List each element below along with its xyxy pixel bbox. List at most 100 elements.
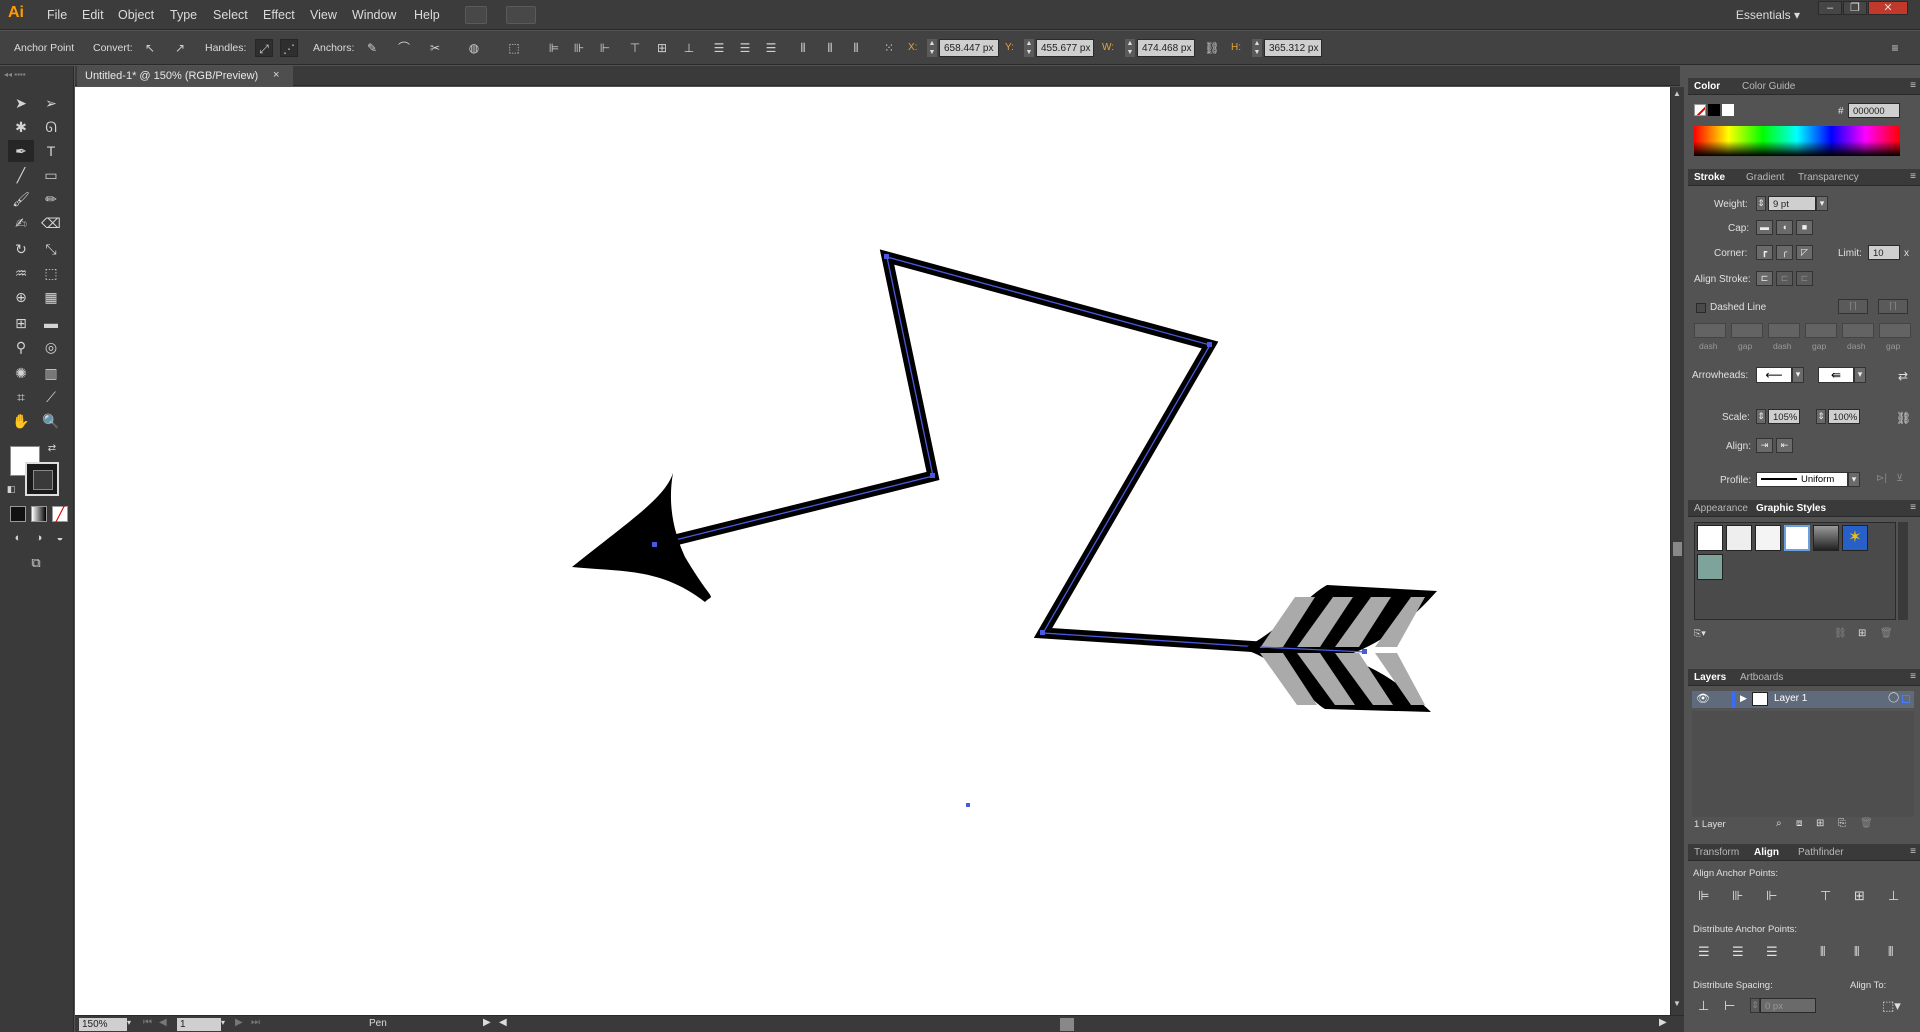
profile-select[interactable]: Uniform [1756,472,1848,487]
blend-tool-icon[interactable]: ◎ [38,336,64,358]
prev-artboard-icon[interactable]: ◀ [159,1017,167,1028]
start-arrowhead-select[interactable]: ⟵ [1756,367,1792,383]
align-to-select-icon[interactable]: ⬚▾ [1882,998,1901,1014]
scale-tool-icon[interactable]: ⤡ [38,238,64,260]
slice-tool-icon[interactable]: ⟋ [38,386,64,408]
minimize-button[interactable]: – [1818,1,1842,15]
distribute-middle-icon[interactable]: ☰ [736,39,754,57]
zoom-dropdown-icon[interactable]: ▾ [127,1018,131,1027]
align-stroke-center-icon[interactable]: ⊏ [1756,271,1773,286]
mesh-tool-icon[interactable]: ⊞ [8,312,34,334]
transform-grid-icon[interactable]: ⁙ [880,39,898,57]
tab-artboards[interactable]: Artboards [1740,672,1783,683]
tab-transparency[interactable]: Transparency [1798,172,1859,183]
eyedropper-tool-icon[interactable]: ⚲ [8,336,34,358]
tab-color-guide[interactable]: Color Guide [1742,81,1795,92]
link-scale-icon[interactable]: ⛓ [1896,411,1911,425]
shape-builder-tool-icon[interactable]: ⊕ [8,286,34,308]
dash-field-2[interactable] [1768,323,1800,338]
spacing-spinner[interactable]: ⇕ [1750,998,1760,1013]
spacing-field[interactable]: 0 px [1760,998,1816,1013]
magic-wand-tool-icon[interactable]: ✱ [8,116,34,138]
white-swatch[interactable] [1722,104,1734,116]
weight-dropdown-icon[interactable]: ▾ [1816,196,1828,211]
close-button[interactable]: ✕ [1868,1,1908,15]
convert-smooth-icon[interactable]: ↗ [171,39,189,57]
profile-dropdown-icon[interactable]: ▾ [1848,472,1860,487]
recolor-icon[interactable]: ◍ [465,39,483,57]
style-libraries-icon[interactable]: ⎘▾ [1694,628,1706,639]
distribute-left-icon[interactable]: ⫴ [794,39,812,57]
tab-color[interactable]: Color [1694,81,1720,92]
menu-edit[interactable]: Edit [82,8,104,22]
align-anchors-hcenter-icon[interactable]: ⊪ [1732,888,1743,904]
menu-effect[interactable]: Effect [263,8,295,22]
color-spectrum[interactable] [1694,126,1900,156]
cut-path-icon[interactable]: ✂ [426,39,444,57]
scale-end-spinner[interactable]: ⇕ [1816,409,1826,424]
connect-anchor-icon[interactable]: ⌒ [395,39,413,57]
tab-stroke[interactable]: Stroke [1694,172,1725,183]
h-field[interactable]: 365.312 px [1264,39,1322,57]
graph-tool-icon[interactable]: ▥ [38,362,64,384]
expand-layer-icon[interactable]: ▶ [1740,693,1747,704]
align-stroke-outside-icon[interactable]: ⊏ [1796,271,1813,286]
document-tab[interactable]: Untitled-1* @ 150% (RGB/Preview) [77,66,293,86]
anchor-point[interactable] [1207,342,1212,347]
arrow-tip-beyond-icon[interactable]: ⇥ [1756,438,1773,453]
gap-field-1[interactable] [1731,323,1763,338]
first-artboard-icon[interactable]: ⏮ [143,1017,152,1028]
layers-panel-menu-icon[interactable]: ≡ [1910,671,1916,682]
rectangle-tool-icon[interactable]: ▭ [38,164,64,186]
gradient-tool-icon[interactable]: ▬ [38,312,64,334]
tab-layers[interactable]: Layers [1694,672,1726,683]
target-icon[interactable]: ◯ [1888,692,1899,703]
artboard-dropdown-icon[interactable]: ▾ [221,1018,225,1027]
distribute-right-icon[interactable]: ⫴ [847,39,865,57]
tab-appearance[interactable]: Appearance [1694,503,1748,514]
zoom-field[interactable]: 150% [79,1018,127,1031]
menu-object[interactable]: Object [118,8,154,22]
align-anchors-right-icon[interactable]: ⊩ [1766,888,1777,904]
bridge-button[interactable] [465,6,487,24]
hex-field[interactable]: 000000 [1848,103,1900,118]
delete-style-icon[interactable]: 🗑 [1880,628,1893,639]
lasso-tool-icon[interactable]: ᘏ [38,116,64,138]
weight-field[interactable]: 9 pt [1768,196,1816,211]
symbol-sprayer-tool-icon[interactable]: ✺ [8,362,34,384]
x-field[interactable]: 658.447 px [939,39,999,57]
gap-field-2[interactable] [1805,323,1837,338]
pencil-tool-icon[interactable]: ✏ [38,188,64,210]
h-spinner[interactable]: ▲ ▼ [1252,39,1262,57]
warp-tool-icon[interactable]: ♒ [8,262,34,284]
dash-align-icon[interactable]: ⌈⌉ [1878,299,1908,314]
distribute-anchors-vcenter-icon[interactable]: ☰ [1732,944,1744,960]
projecting-cap-icon[interactable]: ■ [1796,220,1813,235]
styles-panel-menu-icon[interactable]: ≡ [1910,502,1916,513]
layer-row[interactable]: 👁 ▶ Layer 1 ◯ [1692,691,1914,708]
draw-normal-icon[interactable]: ◐ [10,530,26,546]
align-right-icon[interactable]: ⊩ [596,39,614,57]
horizontal-scroll-thumb[interactable] [1060,1018,1074,1031]
menu-help[interactable]: Help [414,8,440,22]
align-center-icon[interactable]: ⊪ [570,39,588,57]
align-top-icon[interactable]: ⊤ [626,39,644,57]
end-arrowhead-dropdown-icon[interactable]: ▾ [1854,367,1866,383]
draw-inside-icon[interactable]: ◒ [52,530,68,546]
selection-tool-icon[interactable]: ➤ [8,92,34,114]
round-cap-icon[interactable]: ◖ [1776,220,1793,235]
round-join-icon[interactable]: ╭ [1776,245,1793,260]
x-spinner[interactable]: ▲ ▼ [927,39,937,57]
align-panel-menu-icon[interactable]: ≡ [1910,846,1916,857]
selection-indicator-icon[interactable] [1902,695,1910,703]
perspective-grid-tool-icon[interactable]: ▦ [38,286,64,308]
none-swatch-icon[interactable] [1694,104,1706,116]
menu-file[interactable]: File [47,8,67,22]
distribute-top-icon[interactable]: ☰ [710,39,728,57]
direct-selection-tool-icon[interactable]: ➢ [38,92,64,114]
style-swatch-7[interactable] [1697,554,1723,580]
draw-behind-icon[interactable]: ◑ [31,530,47,546]
style-swatch-3[interactable] [1755,525,1781,551]
arrow-tail-fletching[interactable] [1243,585,1437,712]
workspace-switcher[interactable]: Essentials ▾ [1736,8,1800,22]
